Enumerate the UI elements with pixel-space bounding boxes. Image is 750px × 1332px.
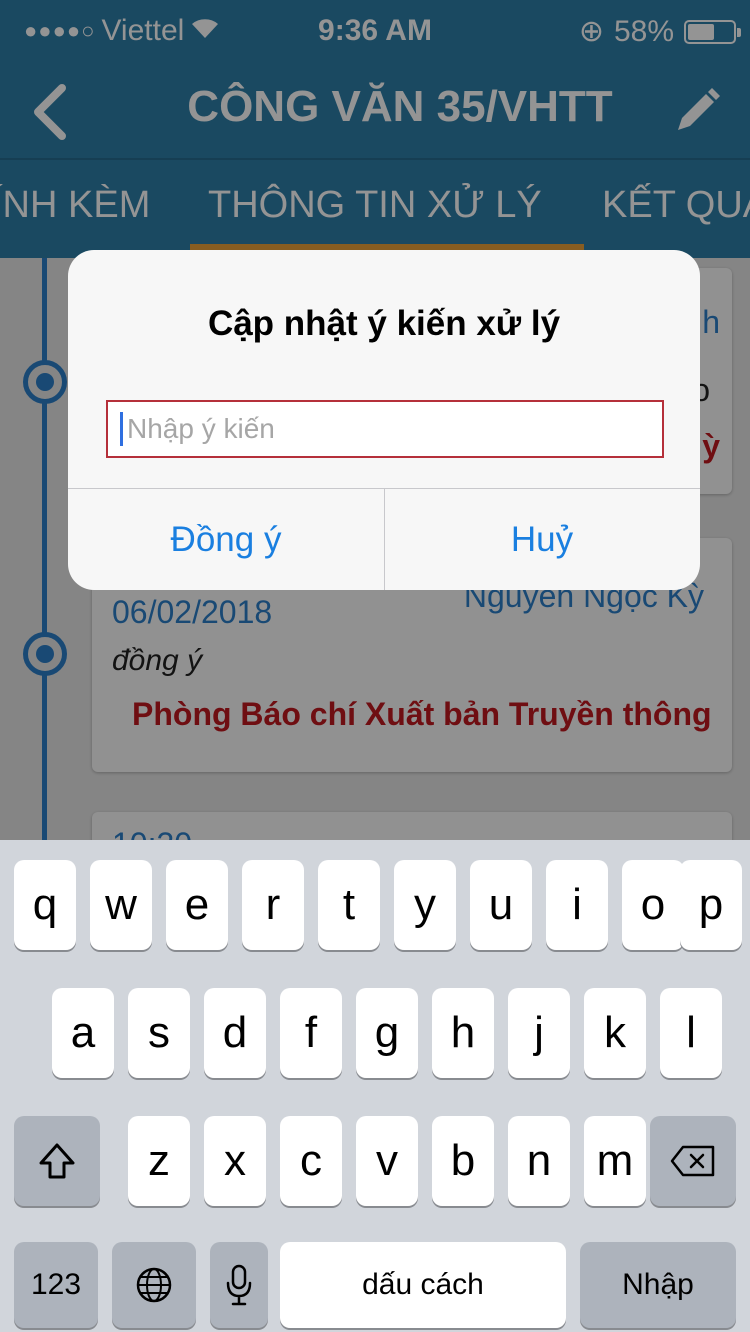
key-m[interactable]: m [584,1116,646,1206]
key-f[interactable]: f [280,988,342,1078]
cancel-button[interactable]: Huỷ [384,489,700,590]
key-q[interactable]: q [14,860,76,950]
return-key[interactable]: Nhập [580,1242,736,1328]
key-t[interactable]: t [318,860,380,950]
key-k[interactable]: k [584,988,646,1078]
shift-key[interactable] [14,1116,100,1206]
key-z[interactable]: z [128,1116,190,1206]
text-cursor [120,412,123,446]
numbers-key[interactable]: 123 [14,1242,98,1328]
key-j[interactable]: j [508,988,570,1078]
space-key[interactable]: dấu cách [280,1242,566,1328]
key-a[interactable]: a [52,988,114,1078]
key-h[interactable]: h [432,988,494,1078]
key-u[interactable]: u [470,860,532,950]
key-s[interactable]: s [128,988,190,1078]
key-v[interactable]: v [356,1116,418,1206]
globe-key[interactable] [112,1242,196,1328]
key-y[interactable]: y [394,860,456,950]
key-r[interactable]: r [242,860,304,950]
key-g[interactable]: g [356,988,418,1078]
key-o[interactable]: o [622,860,684,950]
key-i[interactable]: i [546,860,608,950]
dictation-key[interactable] [210,1242,268,1328]
delete-icon [670,1145,715,1177]
key-d[interactable]: d [204,988,266,1078]
globe-icon [136,1267,172,1303]
update-opinion-dialog: Cập nhật ý kiến xử lý Đồng ý Huỷ [68,250,700,590]
agree-button[interactable]: Đồng ý [68,489,384,590]
key-e[interactable]: e [166,860,228,950]
opinion-input-field[interactable] [106,400,664,458]
key-l[interactable]: l [660,988,722,1078]
key-x[interactable]: x [204,1116,266,1206]
microphone-icon [226,1264,252,1306]
key-w[interactable]: w [90,860,152,950]
dialog-title: Cập nhật ý kiến xử lý [207,304,561,343]
delete-key[interactable] [650,1116,736,1206]
key-c[interactable]: c [280,1116,342,1206]
key-n[interactable]: n [508,1116,570,1206]
key-p[interactable]: p [680,860,742,950]
keyboard: q w e r t y u i o p a s d f g h j k l z … [0,840,750,1332]
key-b[interactable]: b [432,1116,494,1206]
shift-icon [39,1143,75,1179]
opinion-input[interactable] [127,413,647,445]
